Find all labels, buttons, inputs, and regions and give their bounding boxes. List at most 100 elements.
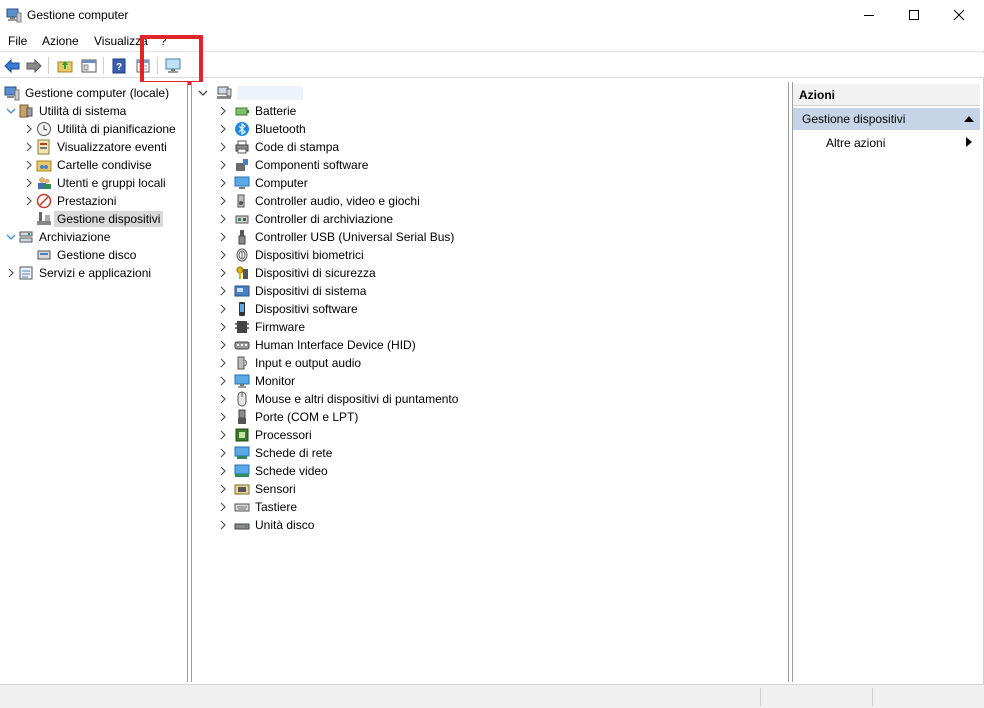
chevron-right-icon[interactable] bbox=[216, 156, 230, 174]
tree-item[interactable]: Utilità di pianificazione bbox=[22, 120, 176, 138]
device-category-label: Mouse e altri dispositivi di puntamento bbox=[255, 392, 459, 406]
device-category[interactable]: Input e output audio bbox=[216, 354, 361, 372]
chevron-right-icon[interactable] bbox=[216, 102, 230, 120]
chevron-right-icon[interactable] bbox=[216, 462, 230, 480]
device-category[interactable]: Porte (COM e LPT) bbox=[216, 408, 358, 426]
chevron-right-icon[interactable] bbox=[216, 210, 230, 228]
chevron-right-icon[interactable] bbox=[216, 264, 230, 282]
toolbar-separator bbox=[103, 57, 104, 74]
device-category[interactable]: Human Interface Device (HID) bbox=[216, 336, 416, 354]
device-category[interactable]: Dispositivi software bbox=[216, 300, 358, 318]
collapse-arrow-icon[interactable] bbox=[964, 116, 974, 122]
device-category[interactable]: Bluetooth bbox=[216, 120, 306, 138]
chevron-right-icon bbox=[22, 210, 36, 228]
battery-icon bbox=[235, 107, 249, 116]
security-key-icon bbox=[236, 266, 248, 279]
svg-text:?: ? bbox=[116, 62, 122, 73]
tree-item[interactable]: Utenti e gruppi locali bbox=[22, 174, 166, 192]
chevron-right-icon[interactable] bbox=[216, 372, 230, 390]
chevron-right-icon[interactable] bbox=[216, 246, 230, 264]
device-category[interactable]: Monitor bbox=[216, 372, 295, 390]
keyboard-icon bbox=[234, 503, 250, 512]
tree-item-label: Visualizzatore eventi bbox=[57, 140, 167, 154]
tree-item[interactable]: Prestazioni bbox=[22, 192, 116, 210]
maximize-button[interactable] bbox=[891, 0, 937, 30]
device-category-label: Tastiere bbox=[255, 500, 298, 514]
chevron-right-icon[interactable] bbox=[216, 390, 230, 408]
tree-item[interactable]: Gestione dispositivi bbox=[22, 210, 164, 228]
device-category[interactable]: Componenti software bbox=[216, 156, 368, 174]
chevron-right-icon[interactable] bbox=[216, 354, 230, 372]
chevron-right-icon[interactable] bbox=[4, 264, 18, 282]
chevron-down-icon[interactable] bbox=[4, 102, 18, 120]
tree-item[interactable]: Gestione disco bbox=[22, 246, 136, 264]
help-icon: ? bbox=[112, 58, 126, 73]
chevron-right-icon[interactable] bbox=[216, 516, 230, 534]
close-button[interactable] bbox=[936, 0, 982, 30]
chevron-right-icon[interactable] bbox=[216, 426, 230, 444]
device-category[interactable]: Dispositivi di sistema bbox=[216, 282, 366, 300]
chevron-right-icon[interactable] bbox=[216, 336, 230, 354]
chevron-right-icon[interactable] bbox=[216, 138, 230, 156]
device-category-label: Processori bbox=[255, 428, 312, 442]
chevron-right-icon[interactable] bbox=[216, 480, 230, 498]
chevron-right-icon[interactable] bbox=[22, 192, 36, 210]
more-actions-link[interactable]: Altre azioni bbox=[826, 136, 885, 150]
chevron-right-icon[interactable] bbox=[216, 498, 230, 516]
chevron-right-icon[interactable] bbox=[216, 282, 230, 300]
device-category[interactable]: Schede video bbox=[216, 462, 328, 480]
chevron-right-icon[interactable] bbox=[22, 174, 36, 192]
device-category[interactable]: Unità disco bbox=[216, 516, 314, 534]
help-button[interactable]: ? bbox=[109, 56, 129, 75]
show-hide-tree-button[interactable] bbox=[79, 56, 99, 75]
back-button[interactable] bbox=[2, 56, 22, 75]
chevron-right-icon[interactable] bbox=[216, 120, 230, 138]
tree-root[interactable]: Gestione computer (locale) bbox=[4, 84, 169, 102]
services-icon bbox=[19, 266, 33, 280]
device-category[interactable]: Code di stampa bbox=[216, 138, 339, 156]
device-category[interactable]: Controller audio, video e giochi bbox=[216, 192, 420, 210]
chevron-right-icon[interactable] bbox=[216, 318, 230, 336]
menu-azione[interactable]: Azione bbox=[42, 34, 79, 48]
chevron-right-icon[interactable] bbox=[22, 120, 36, 138]
device-tree-root[interactable] bbox=[196, 84, 303, 102]
video-card-icon bbox=[234, 464, 250, 477]
device-category[interactable]: Controller di archiviazione bbox=[216, 210, 393, 228]
tree-item[interactable]: Servizi e applicazioni bbox=[4, 264, 151, 282]
device-category[interactable]: Sensori bbox=[216, 480, 296, 498]
device-category[interactable]: Processori bbox=[216, 426, 312, 444]
up-folder-button[interactable] bbox=[55, 56, 75, 75]
chevron-right-icon[interactable] bbox=[216, 408, 230, 426]
disk-management-icon bbox=[37, 250, 51, 260]
device-category-label: Dispositivi di sistema bbox=[255, 284, 367, 298]
chevron-down-icon[interactable] bbox=[196, 84, 210, 102]
chevron-right-icon[interactable] bbox=[216, 444, 230, 462]
tree-item[interactable]: Visualizzatore eventi bbox=[22, 138, 167, 156]
device-category[interactable]: Dispositivi biometrici bbox=[216, 246, 364, 264]
chevron-down-icon[interactable] bbox=[4, 228, 18, 246]
forward-button[interactable] bbox=[24, 56, 44, 75]
menu-file[interactable]: File bbox=[8, 34, 27, 48]
device-category[interactable]: Controller USB (Universal Serial Bus) bbox=[216, 228, 454, 246]
computer-management-window: Gestione computer File Azione Visualizza… bbox=[0, 0, 984, 708]
chevron-right-icon[interactable] bbox=[216, 228, 230, 246]
chevron-right-icon[interactable] bbox=[22, 138, 36, 156]
sensor-icon bbox=[234, 484, 250, 495]
device-category[interactable]: Batterie bbox=[216, 102, 296, 120]
minimize-button[interactable] bbox=[846, 0, 892, 30]
chevron-right-icon[interactable] bbox=[216, 300, 230, 318]
tree-item[interactable]: Cartelle condivise bbox=[22, 156, 152, 174]
tree-item-label: Cartelle condivise bbox=[57, 158, 152, 172]
device-category[interactable]: Mouse e altri dispositivi di puntamento bbox=[216, 390, 458, 408]
device-category[interactable]: Firmware bbox=[216, 318, 305, 336]
actions-section-header[interactable]: Gestione dispositivi bbox=[793, 108, 980, 130]
tree-item[interactable]: Utilità di sistema bbox=[4, 102, 126, 120]
chevron-right-icon[interactable] bbox=[216, 174, 230, 192]
device-category[interactable]: Schede di rete bbox=[216, 444, 332, 462]
tree-item[interactable]: Archiviazione bbox=[4, 228, 110, 246]
chevron-right-icon[interactable] bbox=[22, 156, 36, 174]
chevron-right-icon[interactable] bbox=[216, 192, 230, 210]
device-category[interactable]: Dispositivi di sicurezza bbox=[216, 264, 376, 282]
device-category[interactable]: Tastiere bbox=[216, 498, 297, 516]
device-category[interactable]: Computer bbox=[216, 174, 308, 192]
